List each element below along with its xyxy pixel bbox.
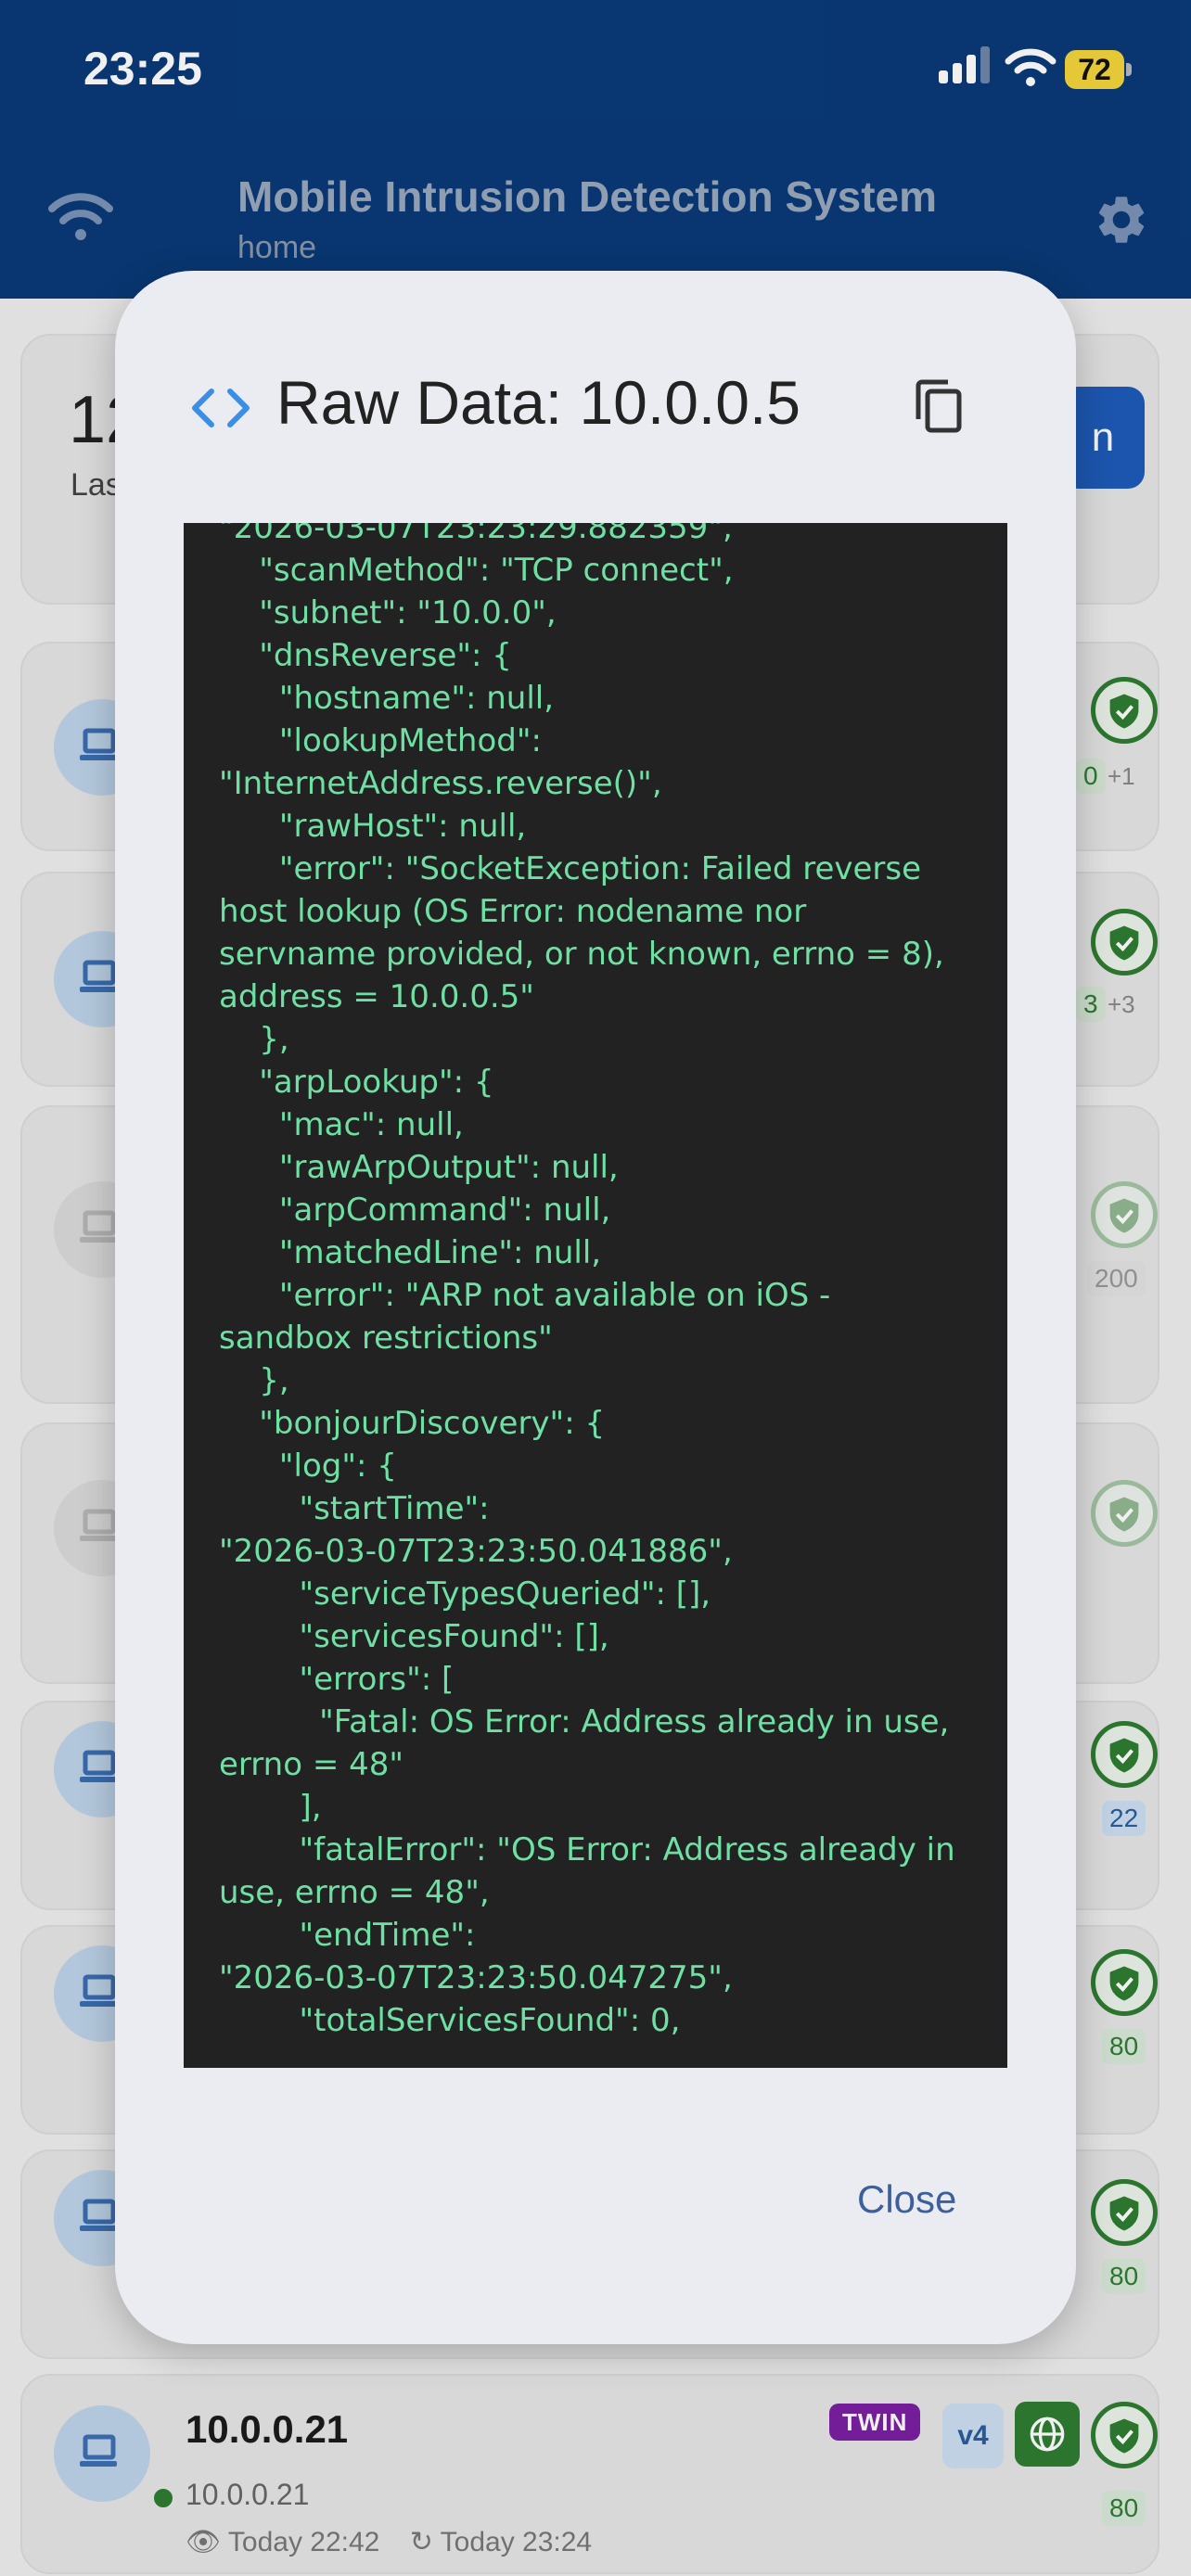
raw-data-text: "2026-03-07T23:23:29.882359", "scanMetho… (219, 523, 955, 2039)
raw-data-viewer[interactable]: "2026-03-07T23:23:29.882359", "scanMetho… (184, 523, 1007, 2068)
code-icon (192, 389, 250, 427)
raw-data-dialog: Raw Data: 10.0.0.5 "2026-03-07T23:23:29.… (115, 271, 1076, 2344)
copy-icon[interactable] (911, 376, 967, 436)
dialog-title: Raw Data: 10.0.0.5 (276, 368, 800, 437)
close-button[interactable]: Close (857, 2177, 956, 2222)
